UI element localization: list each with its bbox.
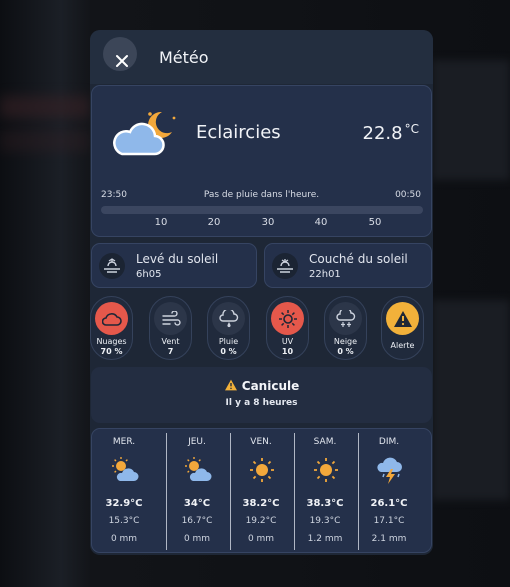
day-low: 19.3°C (309, 516, 341, 526)
forecast-day[interactable]: MER. 32.9°C 15.3°C 0 mm (92, 429, 156, 554)
background-blur (432, 300, 510, 500)
rain-tick: 40 (314, 217, 328, 228)
rain-tick: 10 (154, 217, 168, 228)
rain-drop-icon (212, 302, 245, 335)
thunderstorm-icon (377, 457, 402, 484)
sun-icon (314, 458, 338, 482)
stat-value: 70 % (100, 347, 123, 356)
day-high: 38.3°C (306, 498, 344, 509)
rain-timeline-end: 00:50 (395, 190, 421, 200)
stat-value: 7 (167, 347, 174, 356)
close-button[interactable] (103, 37, 137, 71)
stat-name: UV (281, 337, 294, 346)
forecast-day[interactable]: JEU. 34°C 16.7°C 0 mm (165, 429, 229, 554)
sun-icon (271, 302, 304, 335)
stat-name: Nuages (96, 337, 127, 346)
sun-cloud-icon (185, 457, 212, 481)
day-name: DIM. (378, 437, 400, 447)
rain-tick: 50 (368, 217, 382, 228)
close-icon (116, 55, 128, 67)
sun-icon (250, 458, 274, 482)
stat-wind[interactable]: Vent 7 (149, 296, 192, 360)
day-rain: 0 mm (247, 534, 275, 544)
day-high: 32.9°C (105, 498, 143, 509)
panel-header: Météo (90, 30, 433, 84)
partly-cloudy-night-icon (113, 111, 176, 156)
forecast-day[interactable]: DIM. 26.1°C 17.1°C 2.1 mm (357, 429, 421, 554)
alert-title: Canicule (91, 379, 432, 393)
day-high: 34°C (183, 498, 211, 509)
background-blur (432, 60, 510, 180)
day-name: MER. (112, 437, 136, 447)
day-rain: 2.1 mm (371, 534, 407, 544)
stat-alert[interactable]: Alerte (381, 296, 424, 360)
day-low: 16.7°C (181, 516, 213, 526)
day-high: 38.2°C (242, 498, 280, 509)
sun-cloud-icon (112, 457, 139, 481)
stat-snow[interactable]: Neige 0 % (324, 296, 367, 360)
rain-tick: 30 (261, 217, 275, 228)
stat-name: Pluie (218, 337, 239, 346)
day-rain: 0 mm (110, 534, 138, 544)
sunrise-card: Levé du soleil 6h05 (91, 243, 257, 288)
stat-name: Alerte (390, 341, 415, 350)
day-rain: 1.2 mm (307, 534, 343, 544)
warning-icon (224, 379, 237, 391)
day-high: 26.1°C (370, 498, 408, 509)
background-blur (0, 130, 90, 152)
sunset-card: Couché du soleil 22h01 (264, 243, 432, 288)
rain-message: Pas de pluie dans l'heure. (203, 190, 320, 200)
day-rain: 0 mm (183, 534, 211, 544)
wind-icon (154, 302, 187, 335)
sunset-label: Couché du soleil (309, 252, 408, 266)
alert-banner[interactable]: Canicule Il y a 8 heures (91, 367, 432, 423)
day-low: 15.3°C (108, 516, 140, 526)
temperature-unit: °C (404, 122, 419, 136)
forecast-day[interactable]: SAM. 38.3°C 19.3°C 1.2 mm (293, 429, 357, 554)
rain-tick: 20 (207, 217, 221, 228)
stat-uv[interactable]: UV 10 (266, 296, 309, 360)
weather-panel: Météo Eclaircies 22.8 °C 23:50 Pas de plu… (90, 30, 433, 555)
forecast-card: MER. 32.9°C 15.3°C 0 mm JEU. 34°C 16.7°C… (91, 428, 432, 553)
sunrise-label: Levé du soleil (136, 252, 219, 266)
alert-title-text: Canicule (241, 379, 300, 393)
sunset-icon (272, 253, 298, 279)
temperature-value: 22.8 (362, 123, 403, 144)
forecast-day[interactable]: VEN. 38.2°C 19.2°C 0 mm (229, 429, 293, 554)
page-title: Météo (159, 48, 209, 67)
day-name: SAM. (313, 437, 337, 447)
stat-value: 10 (281, 347, 294, 356)
snow-icon (329, 302, 362, 335)
day-low: 19.2°C (245, 516, 277, 526)
stat-name: Neige (333, 337, 358, 346)
rain-timeline-bar (101, 206, 423, 214)
current-weather-card: Eclaircies 22.8 °C 23:50 Pas de pluie dan… (91, 85, 432, 237)
current-condition: Eclaircies (196, 122, 281, 143)
warning-icon (386, 302, 419, 335)
background-blur (0, 96, 90, 118)
cloud-icon (95, 302, 128, 335)
sunrise-time: 6h05 (136, 269, 162, 280)
alert-time: Il y a 8 heures (225, 398, 298, 408)
sunset-time: 22h01 (309, 269, 341, 280)
sunrise-icon (99, 253, 125, 279)
stat-clouds[interactable]: Nuages 70 % (90, 296, 133, 360)
current-temperature: 22.8 °C (363, 122, 419, 144)
day-low: 17.1°C (373, 516, 405, 526)
day-name: JEU. (188, 437, 206, 447)
stat-value: 0 % (337, 347, 354, 356)
stat-name: Vent (161, 337, 180, 346)
stat-rain[interactable]: Pluie 0 % (207, 296, 250, 360)
day-name: VEN. (250, 437, 272, 447)
stat-value: 0 % (220, 347, 237, 356)
